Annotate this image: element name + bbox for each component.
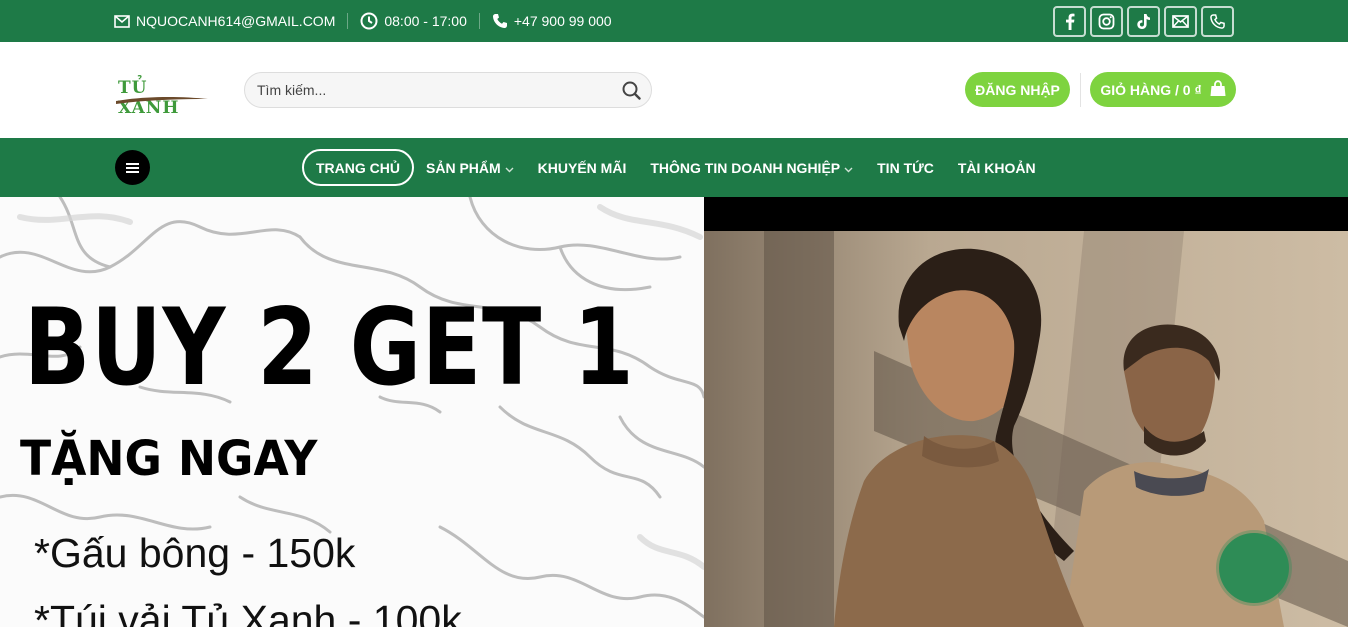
logo-swoosh: [116, 96, 208, 104]
hours-info: 08:00 - 17:00: [360, 12, 467, 30]
hours-text: 08:00 - 17:00: [384, 13, 467, 29]
divider: [1080, 73, 1081, 107]
nav-item-label: TRANG CHỦ: [316, 159, 400, 176]
main-header: TỦ XANH ĐĂNG NHẬP GIỎ HÀNG / 0 ₫: [0, 42, 1348, 138]
clock-icon: [360, 12, 378, 30]
nav-item-label: TIN TỨC: [877, 159, 934, 176]
tiktok-icon[interactable]: [1127, 6, 1160, 37]
site-logo[interactable]: TỦ XANH: [114, 78, 210, 118]
contact-info: NQUOCANH614@GMAIL.COM 08:00 - 17:00 +47 …: [114, 0, 612, 42]
nav-item-label: SẢN PHẨM: [426, 159, 501, 176]
promo-line: *Gấu bông - 150k: [34, 530, 356, 576]
main-nav: TRANG CHỦ SẢN PHẨM KHUYẾN MÃI THÔNG TIN …: [0, 138, 1348, 197]
envelope-icon: [114, 14, 130, 28]
nav-item-news[interactable]: TIN TỨC: [865, 149, 946, 186]
envelope-icon[interactable]: [1164, 6, 1197, 37]
shopping-bag-icon: [1210, 79, 1226, 100]
email-text: NQUOCANH614@GMAIL.COM: [136, 13, 336, 29]
login-button[interactable]: ĐĂNG NHẬP: [965, 72, 1070, 107]
nav-item-account[interactable]: TÀI KHOẢN: [946, 149, 1048, 186]
hero-banner[interactable]: BUY 2 GET 1 TẶNG NGAY *Gấu bông - 150k *…: [0, 197, 1348, 627]
social-links: [1053, 6, 1234, 37]
divider: [347, 13, 349, 29]
search-bar: [244, 72, 652, 108]
phone-text: +47 900 99 000: [513, 13, 612, 29]
promo-subtitle: TẶNG NGAY: [20, 431, 318, 487]
chevron-down-icon: [505, 160, 514, 176]
top-bar: NQUOCANH614@GMAIL.COM 08:00 - 17:00 +47 …: [0, 0, 1348, 42]
instagram-icon[interactable]: [1090, 6, 1123, 37]
promo-panel: BUY 2 GET 1 TẶNG NGAY *Gấu bông - 150k *…: [0, 197, 704, 627]
nav-item-promotions[interactable]: KHUYẾN MÃI: [526, 149, 639, 186]
search-icon[interactable]: [622, 81, 641, 105]
divider: [478, 13, 480, 29]
nav-item-label: THÔNG TIN DOANH NGHIỆP: [650, 159, 841, 176]
promo-title: BUY 2 GET 1: [24, 286, 635, 409]
phone-icon[interactable]: [1201, 6, 1234, 37]
chat-button[interactable]: [1219, 533, 1289, 603]
phone-contact[interactable]: +47 900 99 000: [492, 13, 612, 29]
nav-item-company-info[interactable]: THÔNG TIN DOANH NGHIỆP: [638, 149, 865, 186]
phone-icon: [492, 13, 508, 29]
nav-item-home[interactable]: TRANG CHỦ: [302, 149, 414, 186]
nav-item-products[interactable]: SẢN PHẨM: [414, 149, 526, 186]
facebook-icon[interactable]: [1053, 6, 1086, 37]
email-contact[interactable]: NQUOCANH614@GMAIL.COM: [114, 13, 335, 29]
search-input[interactable]: [257, 73, 607, 107]
chevron-down-icon: [844, 160, 853, 176]
nav-item-label: KHUYẾN MÃI: [537, 159, 627, 176]
nav-item-label: TÀI KHOẢN: [957, 159, 1036, 176]
cart-label: GIỎ HÀNG / 0 ₫: [1100, 81, 1202, 98]
promo-line: *Túi vải Tủ Xanh - 100k: [34, 597, 462, 627]
cart-button[interactable]: GIỎ HÀNG / 0 ₫: [1090, 72, 1236, 107]
hamburger-menu-icon[interactable]: [115, 150, 150, 185]
nav-menu: TRANG CHỦ SẢN PHẨM KHUYẾN MÃI THÔNG TIN …: [302, 149, 1048, 186]
